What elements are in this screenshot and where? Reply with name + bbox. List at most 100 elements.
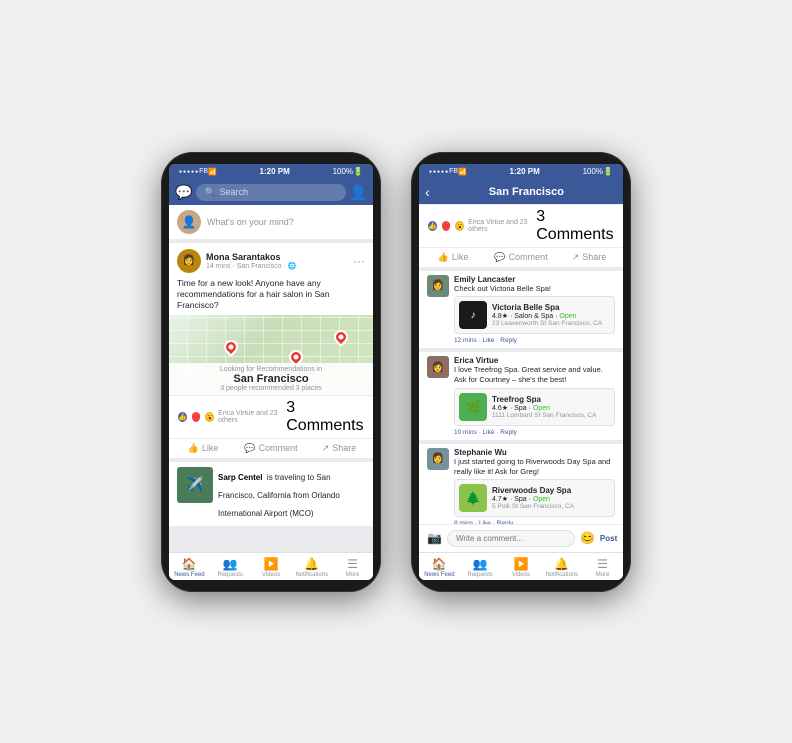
top-like-icon: 👍 [427,220,438,232]
search-bar[interactable]: 🔍 [196,184,345,201]
nav-notifications[interactable]: 🔔 Notifications [291,557,332,578]
top-reactions-text: Erica Virtue and 23 others [468,219,536,233]
nav-videos-2[interactable]: ▶️ Videos [501,557,542,578]
top-reactions-left: 👍 ❤️ 😮 Erica Virtue and 23 others [427,219,536,233]
place-name-1: Victoria Belle Spa [492,303,610,312]
top-love-icon: ❤️ [441,220,452,232]
detail-header: ‹ San Francisco [419,180,623,204]
videos-icon-2: ▶️ [514,557,529,571]
post-options-button[interactable]: ··· [353,254,365,268]
reply-link-2[interactable]: Reply [500,429,517,436]
comment-button[interactable]: 💬 Comment [237,443,305,454]
search-input[interactable] [220,187,338,197]
time-display: 1:20 PM [217,167,333,176]
place-card-1[interactable]: ♪ Victoria Belle Spa 4.8★ · Salon & Spa … [454,296,615,334]
carrier-name: FB [199,168,208,175]
nav-notifications-label: Notifications [295,572,328,578]
phone-1-screen: ●●●●● FB 📶 1:20 PM 100% 🔋 💬 🔍 👤 👤 What's… [169,164,373,580]
place-logo-3: 🌲 [459,484,487,512]
place-rating-2: 4.6★ · Spa · Open [492,404,610,412]
news-feed-icon-2: 🏠 [432,557,447,571]
next-post-thumb: ✈️ [177,467,213,503]
place-info-1: Victoria Belle Spa 4.8★ · Salon & Spa · … [492,303,610,327]
place-address-1: 23 Leavenworth St San Francisco, CA [492,320,610,327]
people-icon[interactable]: 👤 [350,184,367,201]
time-display-2: 1:20 PM [467,167,583,176]
screen-content-2: 👍 ❤️ 😮 Erica Virtue and 23 others 3 Comm… [419,204,623,524]
like-link-2[interactable]: Like [483,429,495,436]
top-reactions-bar: 👍 ❤️ 😮 Erica Virtue and 23 others 3 Comm… [419,204,623,247]
nav-notifications-2[interactable]: 🔔 Notifications [541,557,582,578]
top-comment-icon: 💬 [494,252,505,263]
share-button[interactable]: ↗ Share [305,443,373,454]
carrier-dots: ●●●●● [179,169,199,175]
comment-card-3: 👩 Stephanie Wu I just started going to R… [419,444,623,524]
reactions-bar: 👍 ❤️ 😮 Erica Virtue and 23 others 3 Comm… [169,395,373,438]
nav-videos-label: Videos [262,572,280,578]
comment-text-1: Check out Victoria Belle Spa! [454,284,615,294]
place-logo-2: 🌿 [459,393,487,421]
comments-count: 3 Comments [286,399,365,435]
place-name-3: Riverwoods Day Spa [492,486,610,495]
emoji-icon[interactable]: 😊 [580,531,595,545]
battery-display: 100% [333,167,353,176]
phone-1: ●●●●● FB 📶 1:20 PM 100% 🔋 💬 🔍 👤 👤 What's… [161,152,381,592]
top-comments-count: 3 Comments [536,208,615,244]
nav-requests[interactable]: 👥 Requests [210,557,251,578]
place-address-2: 1111 Lombard St San Francisco, CA [492,412,610,419]
nav-more[interactable]: ☰ More [332,557,373,578]
next-post-author: Sarp Centel [218,473,262,482]
phone-2: ●●●●● FB 📶 1:20 PM 100% 🔋 ‹ San Francisc… [411,152,631,592]
comment-card-1: 👩 Emily Lancaster Check out Victoria Bel… [419,271,623,349]
comment-text-3: I just started going to Riverwoods Day S… [454,457,615,477]
comment-bubble-1: Emily Lancaster Check out Victoria Belle… [454,275,615,345]
detail-title: San Francisco [436,186,617,198]
place-card-3[interactable]: 🌲 Riverwoods Day Spa 4.7★ · Spa · Open 5… [454,479,615,517]
nav-news-feed-2[interactable]: 🏠 News Feed [419,557,460,578]
share-label: Share [332,443,356,453]
whats-on-mind-bar[interactable]: 👤 What's on your mind? [169,205,373,239]
back-button[interactable]: ‹ [425,184,430,200]
top-share-button[interactable]: ↗ Share [555,252,623,263]
battery-icon-2: 🔋 [603,167,613,176]
camera-icon[interactable]: 📷 [427,531,442,545]
nav-videos[interactable]: ▶️ Videos [251,557,292,578]
status-bar-1: ●●●●● FB 📶 1:20 PM 100% 🔋 [169,164,373,180]
nav-videos-label-2: Videos [512,572,530,578]
requests-icon: 👥 [223,557,238,571]
top-share-label: Share [582,252,606,262]
place-name-2: Treefrog Spa [492,395,610,404]
reply-link-1[interactable]: Reply [500,337,517,344]
top-share-icon: ↗ [572,252,580,263]
requests-icon-2: 👥 [473,557,488,571]
nav-more-label: More [346,572,360,578]
post-author-name: Mona Sarantakos [206,252,348,262]
place-logo-1: ♪ [459,301,487,329]
top-like-button[interactable]: 👍 Like [419,252,487,263]
post-header: 👩 Mona Sarantakos 14 mins · San Francisc… [169,243,373,276]
messenger-icon[interactable]: 💬 [175,184,192,201]
user-avatar: 👤 [177,210,201,234]
carrier-name-2: FB [449,168,458,175]
notifications-icon-2: 🔔 [554,557,569,571]
comment-meta-1: 12 mins · Like · Reply [454,337,615,344]
nav-requests-2[interactable]: 👥 Requests [460,557,501,578]
comment-bubble-2: Erica Virtue I love Treefrog Spa. Great … [454,356,615,436]
nav-more-2[interactable]: ☰ More [582,557,623,578]
top-reactions-card: 👍 ❤️ 😮 Erica Virtue and 23 others 3 Comm… [419,204,623,267]
top-comment-button[interactable]: 💬 Comment [487,252,555,263]
notifications-icon: 🔔 [304,557,319,571]
map-pin-3 [331,327,351,347]
comment-input[interactable] [447,530,575,547]
like-link-1[interactable]: Like [483,337,495,344]
like-button[interactable]: 👍 Like [169,443,237,454]
nav-news-feed[interactable]: 🏠 News Feed [169,557,210,578]
top-wow-icon: 😮 [454,220,465,232]
map-rec-text: Looking for Recommendations in [172,366,370,373]
comment-meta-2: 10 mins · Like · Reply [454,429,615,436]
like-icon: 👍 [188,443,199,454]
place-address-3: 5 Polk St San Francisco, CA [492,503,610,510]
place-info-3: Riverwoods Day Spa 4.7★ · Spa · Open 5 P… [492,486,610,510]
place-card-2[interactable]: 🌿 Treefrog Spa 4.6★ · Spa · Open 1111 Lo… [454,388,615,426]
post-comment-button[interactable]: Post [600,534,617,543]
